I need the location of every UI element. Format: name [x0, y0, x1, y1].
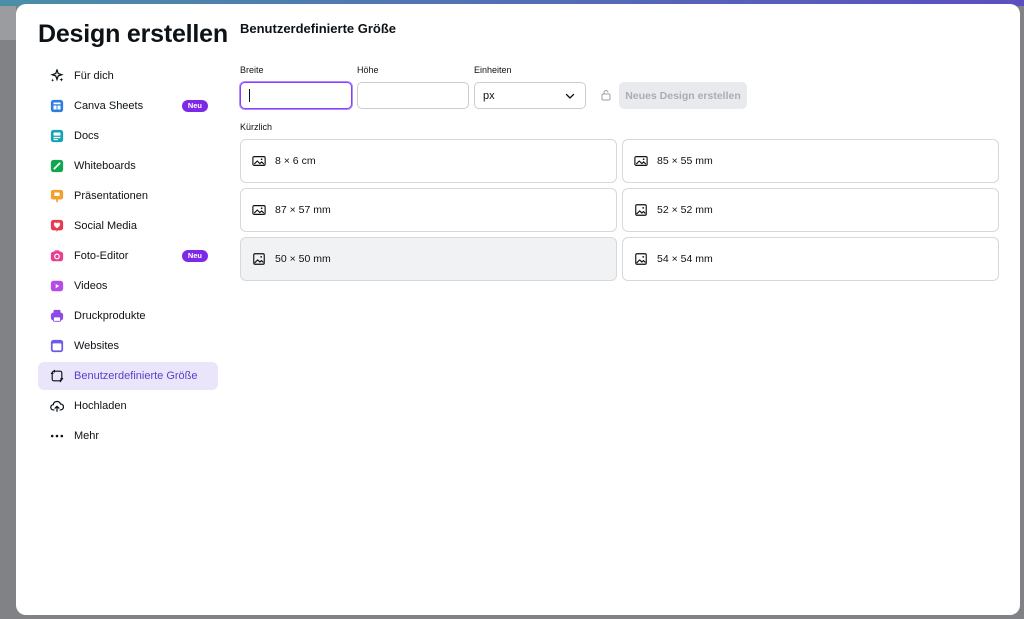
recent-size-card[interactable]: 8 × 6 cm — [240, 139, 617, 183]
sidebar-item-hochladen[interactable]: Hochladen — [38, 392, 218, 420]
sidebar-item-benutzerdefinierte-groesse[interactable]: Benutzerdefinierte Größe — [38, 362, 218, 390]
recent-size-card[interactable]: 54 × 54 mm — [622, 237, 999, 281]
backdrop-panel — [0, 0, 16, 40]
sidebar-item-druckprodukte[interactable]: Druckprodukte — [38, 302, 218, 330]
landscape-image-icon — [252, 203, 266, 217]
width-label: Breite — [240, 65, 264, 75]
sidebar-item-label: Foto-Editor — [74, 250, 129, 262]
landscape-image-icon — [634, 154, 648, 168]
recent-size-card[interactable]: 50 × 50 mm — [240, 237, 617, 281]
units-select[interactable]: px — [474, 82, 586, 109]
recent-size-label: 85 × 55 mm — [657, 155, 713, 167]
square-image-icon — [252, 252, 266, 266]
sidebar-item-mehr[interactable]: Mehr — [38, 422, 218, 450]
whiteboard-icon — [50, 159, 64, 173]
units-value: px — [483, 89, 495, 102]
sidebar-item-label: Canva Sheets — [74, 100, 144, 112]
sidebar-nav: Für dich Canva Sheets Neu Docs Whiteboar… — [38, 62, 218, 452]
sidebar-item-canva-sheets[interactable]: Canva Sheets Neu — [38, 92, 218, 120]
chevron-down-icon — [565, 91, 575, 101]
section-title: Benutzerdefinierte Größe — [240, 21, 397, 36]
sidebar-item-websites[interactable]: Websites — [38, 332, 218, 360]
sidebar-item-label: Social Media — [74, 220, 137, 232]
recent-size-label: 54 × 54 mm — [657, 253, 713, 265]
sidebar-item-whiteboards[interactable]: Whiteboards — [38, 152, 218, 180]
recent-size-label: 87 × 57 mm — [275, 204, 331, 216]
sidebar-item-praesentationen[interactable]: Präsentationen — [38, 182, 218, 210]
dialog-title: Design erstellen — [38, 20, 228, 48]
website-icon — [50, 339, 64, 353]
landscape-image-icon — [252, 154, 266, 168]
printer-icon — [50, 309, 64, 323]
camera-icon — [50, 249, 64, 263]
recent-size-card[interactable]: 87 × 57 mm — [240, 188, 617, 232]
sidebar-item-label: Docs — [74, 130, 100, 142]
recent-size-card[interactable]: 52 × 52 mm — [622, 188, 999, 232]
sidebar-item-label: Videos — [74, 280, 108, 292]
sidebar-item-fuer-dich[interactable]: Für dich — [38, 62, 218, 90]
create-design-button[interactable]: Neues Design erstellen — [619, 82, 747, 109]
recent-size-card[interactable]: 85 × 55 mm — [622, 139, 999, 183]
docs-icon — [50, 129, 64, 143]
sidebar-item-social-media[interactable]: Social Media — [38, 212, 218, 240]
text-caret — [249, 89, 250, 102]
width-input[interactable] — [240, 82, 352, 109]
recent-size-label: 52 × 52 mm — [657, 204, 713, 216]
create-design-dialog: Design erstellen Für dich Canva Sheets N… — [16, 4, 1020, 615]
presentation-icon — [50, 189, 64, 203]
square-image-icon — [634, 203, 648, 217]
sidebar-item-label: Hochladen — [74, 400, 127, 412]
new-badge: Neu — [181, 100, 208, 112]
aspect-lock-icon[interactable] — [601, 89, 611, 101]
heart-icon — [50, 219, 64, 233]
custom-size-icon — [50, 369, 64, 383]
new-badge: Neu — [181, 250, 208, 262]
dialog-sidebar: Design erstellen Für dich Canva Sheets N… — [16, 4, 232, 615]
sidebar-item-label: Für dich — [74, 70, 114, 82]
recent-size-label: 8 × 6 cm — [275, 155, 316, 167]
sidebar-item-docs[interactable]: Docs — [38, 122, 218, 150]
sidebar-item-foto-editor[interactable]: Foto-Editor Neu — [38, 242, 218, 270]
video-icon — [50, 279, 64, 293]
units-label: Einheiten — [474, 65, 512, 75]
sidebar-item-label: Websites — [74, 340, 120, 352]
more-dots-icon — [50, 429, 64, 443]
recent-label: Kürzlich — [240, 122, 273, 132]
upload-cloud-icon — [50, 399, 64, 413]
sidebar-item-label: Präsentationen — [74, 190, 148, 202]
sidebar-item-label: Benutzerdefinierte Größe — [74, 370, 198, 382]
recent-size-label: 50 × 50 mm — [275, 253, 331, 265]
custom-size-panel: Benutzerdefinierte Größe Breite Höhe Ein… — [240, 4, 1020, 615]
sidebar-item-label: Mehr — [74, 430, 100, 442]
sheets-icon — [50, 99, 64, 113]
sidebar-item-label: Whiteboards — [74, 160, 136, 172]
height-input[interactable] — [357, 82, 469, 109]
square-image-icon — [634, 252, 648, 266]
sidebar-item-videos[interactable]: Videos — [38, 272, 218, 300]
sidebar-item-label: Druckprodukte — [74, 310, 146, 322]
height-label: Höhe — [357, 65, 379, 75]
sparkle-icon — [50, 69, 64, 83]
